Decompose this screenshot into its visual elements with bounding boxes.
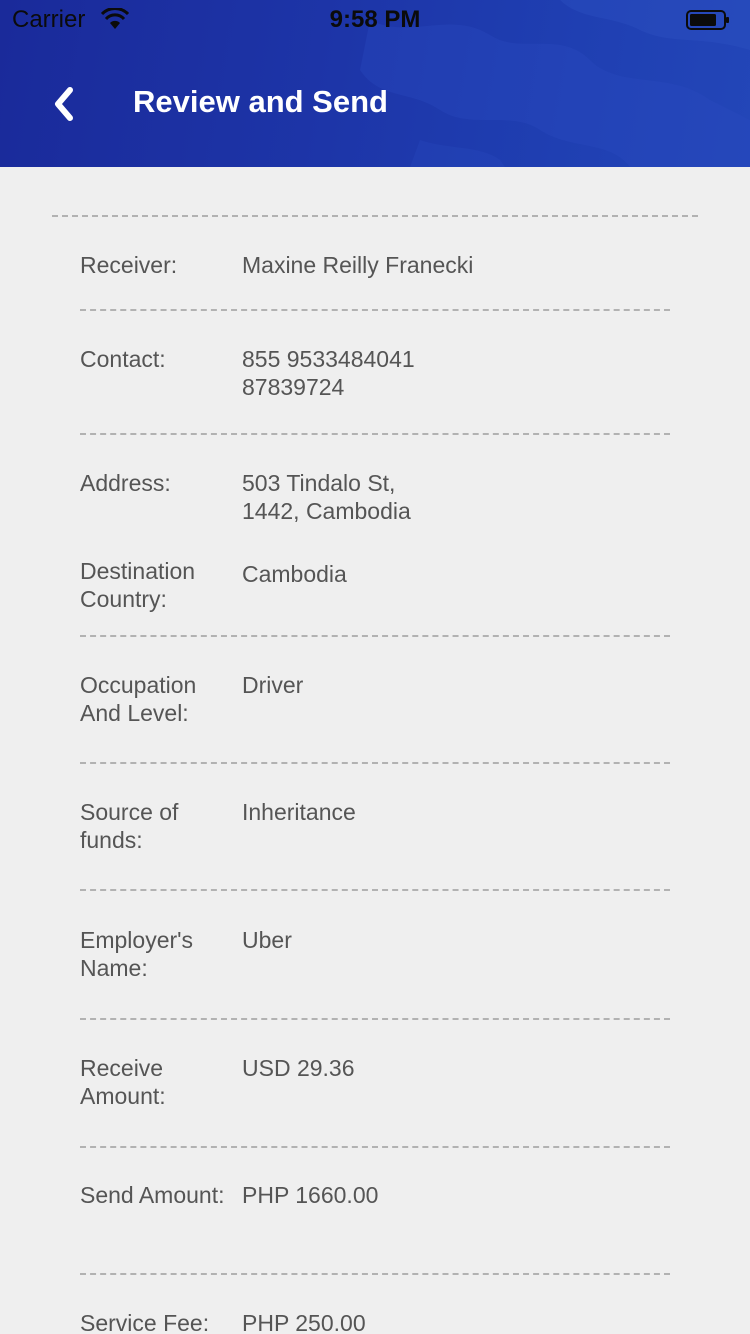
detail-label: Service Fee:	[80, 1310, 210, 1334]
detail-label: Send Amount:	[80, 1182, 225, 1208]
detail-value: PHP 1660.00	[242, 1181, 662, 1209]
detail-label: Occupation And Level:	[80, 672, 197, 726]
detail-value-line: 503 Tindalo St,	[242, 470, 396, 496]
detail-value-line: Uber	[242, 927, 292, 953]
detail-value: Uber	[242, 926, 662, 954]
divider	[80, 1018, 670, 1020]
back-button[interactable]	[44, 80, 88, 128]
detail-value-line: Inheritance	[242, 799, 356, 825]
detail-label: Contact:	[80, 346, 166, 372]
detail-value: USD 29.36	[242, 1054, 662, 1082]
detail-value: Cambodia	[242, 560, 662, 588]
detail-value-line: 855 9533484041	[242, 346, 415, 372]
detail-value: Maxine Reilly Franecki	[242, 251, 662, 279]
detail-label: Employer's Name:	[80, 927, 194, 981]
detail-label: Address:	[80, 470, 171, 496]
detail-value-line: Maxine Reilly Franecki	[242, 252, 474, 278]
detail-value: PHP 250.00	[242, 1309, 662, 1334]
divider	[80, 889, 670, 891]
divider	[80, 1146, 670, 1148]
detail-value: 855 9533484041 87839724	[242, 345, 662, 401]
detail-value-line: Driver	[242, 672, 304, 698]
detail-label: Destination Country:	[80, 558, 196, 612]
detail-label: Receive Amount:	[80, 1055, 166, 1109]
detail-label: Receiver:	[80, 252, 178, 278]
chevron-left-icon	[55, 87, 73, 121]
divider	[52, 215, 698, 217]
clock: 9:58 PM	[329, 6, 421, 33]
detail-label: Source of funds:	[80, 799, 179, 853]
detail-value: Driver	[242, 671, 662, 699]
divider	[80, 309, 670, 311]
detail-value-line: Cambodia	[242, 561, 347, 587]
detail-value-line: USD 29.36	[242, 1055, 355, 1081]
detail-value: 503 Tindalo St, 1442, Cambodia	[242, 469, 662, 525]
app-header: Carrier 9:58 PM Review and Send	[0, 0, 750, 167]
divider	[80, 635, 670, 637]
divider	[80, 762, 670, 764]
detail-value-line: PHP 1660.00	[242, 1182, 379, 1208]
detail-value: Inheritance	[242, 798, 662, 826]
detail-value-line: 1442, Cambodia	[242, 498, 411, 524]
review-and-send-screen: Carrier 9:58 PM Review and Send Receiver…	[0, 0, 750, 1334]
page-title: Review and Send	[133, 84, 388, 119]
status-bar: Carrier 9:58 PM	[0, 0, 750, 40]
detail-value-line: PHP 250.00	[242, 1310, 366, 1334]
battery-icon	[686, 10, 729, 30]
divider	[80, 1273, 670, 1275]
divider	[80, 433, 670, 435]
detail-value-line: 87839724	[242, 374, 345, 400]
